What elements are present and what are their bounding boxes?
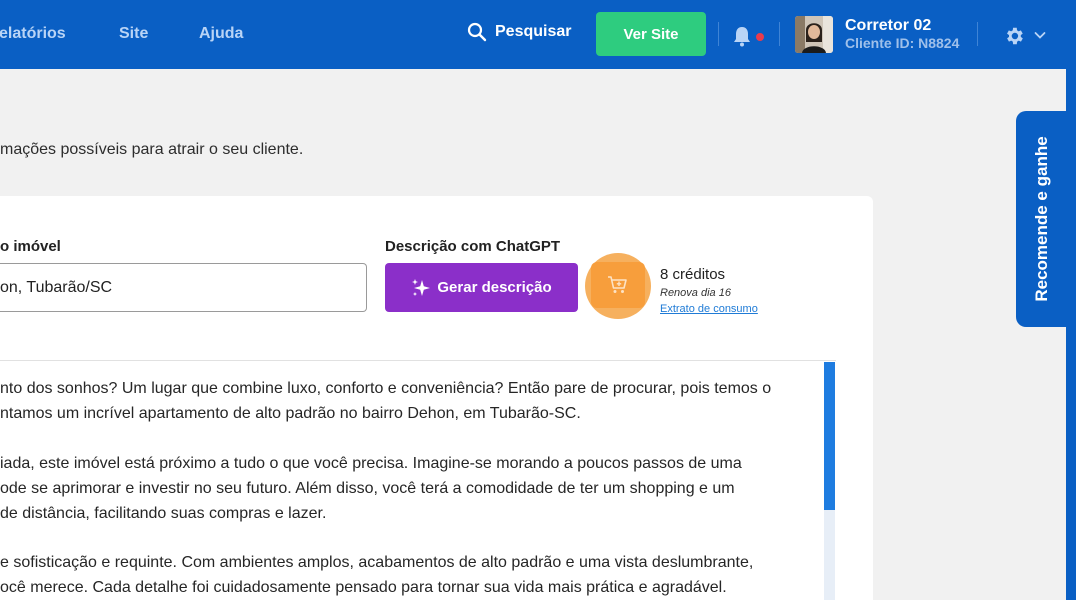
notification-dot: [756, 33, 764, 41]
sparkle-icon: [412, 278, 431, 296]
generate-description-button[interactable]: Gerar descrição: [385, 263, 578, 312]
scrollbar-thumb[interactable]: [824, 362, 835, 510]
top-navbar: elatórios Site Ajuda Pesquisar Ver Site …: [0, 0, 1076, 69]
divider: [779, 22, 780, 46]
address-field[interactable]: on, Tubarão/SC: [0, 263, 367, 312]
description-line: ode se aprimorar e investir no seu futur…: [0, 480, 735, 497]
client-id: Cliente ID: N8824: [845, 35, 960, 51]
description-line: ocê merece. Cada detalhe foi cuidadosame…: [0, 579, 727, 596]
divider: [977, 22, 978, 46]
cart-icon: [608, 276, 627, 293]
nav-item-relatorios[interactable]: elatórios: [0, 25, 66, 43]
divider: [718, 22, 719, 46]
description-line: nto dos sonhos? Um lugar que combine lux…: [0, 380, 772, 397]
search-icon: [467, 22, 487, 42]
avatar[interactable]: [795, 16, 833, 53]
ver-site-button[interactable]: Ver Site: [596, 12, 706, 56]
description-line: ntamos um incrível apartamento de alto p…: [0, 405, 581, 422]
description-line: e sofisticação e requinte. Com ambientes…: [0, 554, 754, 571]
renew-date: Renova dia 16: [660, 287, 731, 299]
generate-label: Gerar descrição: [437, 279, 552, 296]
chevron-down-icon[interactable]: [1034, 30, 1046, 40]
description-line: iada, este imóvel está próximo a tudo o …: [0, 455, 742, 472]
recommend-label: Recomende e ganhe: [1032, 136, 1051, 302]
nav-item-site[interactable]: Site: [119, 25, 148, 43]
recommend-tab[interactable]: Recomende e ganhe: [1016, 111, 1068, 327]
intro-text: mações possíveis para atrair o seu clien…: [0, 141, 304, 158]
gear-icon[interactable]: [1003, 25, 1025, 47]
chatgpt-label: Descrição com ChatGPT: [385, 238, 561, 255]
search-button[interactable]: Pesquisar: [467, 22, 571, 42]
bell-icon[interactable]: [732, 25, 752, 47]
statement-link[interactable]: Extrato de consumo: [660, 303, 758, 315]
description-line: de distância, facilitando suas compras e…: [0, 505, 327, 522]
description-textarea[interactable]: nto dos sonhos? Um lugar que combine lux…: [0, 360, 836, 600]
address-label: o imóvel: [0, 238, 61, 255]
credits-count: 8 créditos: [660, 266, 726, 283]
user-name[interactable]: Corretor 02: [845, 17, 931, 35]
search-label: Pesquisar: [495, 23, 572, 40]
nav-item-ajuda[interactable]: Ajuda: [199, 25, 243, 43]
buy-credits-button[interactable]: [591, 262, 645, 308]
address-value: on, Tubarão/SC: [0, 278, 113, 296]
